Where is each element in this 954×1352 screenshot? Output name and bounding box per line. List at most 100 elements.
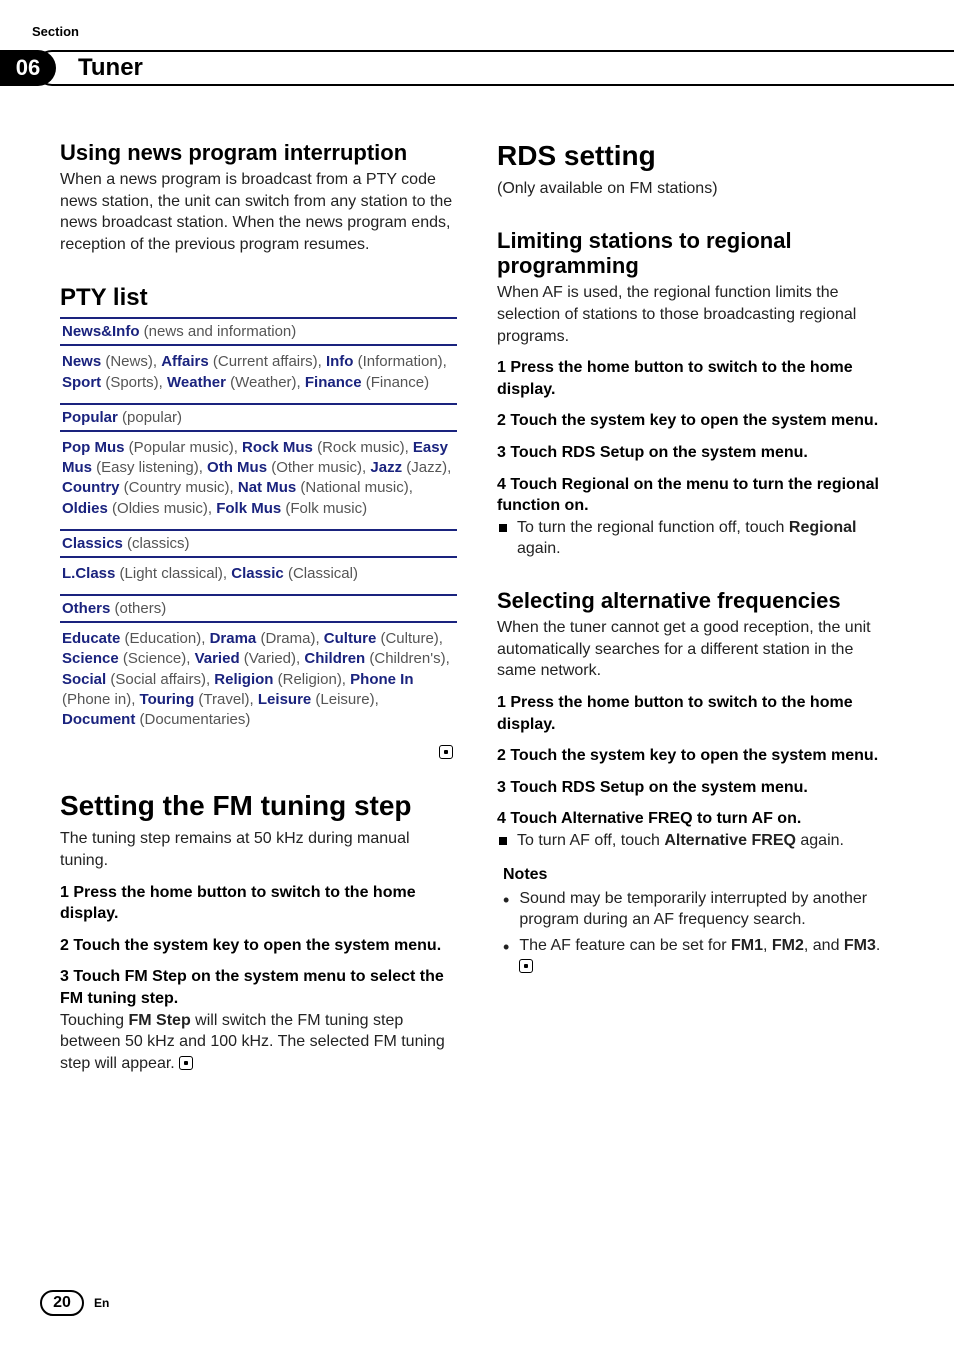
pty-group-desc: (others)	[110, 600, 166, 617]
pty-group-name: Popular	[62, 409, 118, 426]
pty-item-desc: (Oldies music),	[108, 500, 216, 517]
pty-item-name: Document	[62, 711, 135, 728]
reg-note-a: To turn the regional function off, touch	[517, 519, 789, 536]
square-bullet-icon	[499, 524, 507, 532]
heading-af: Selecting alternative frequencies	[497, 588, 894, 613]
para-rds-note: (Only available on FM stations)	[497, 178, 894, 200]
pty-item-name: Oth Mus	[207, 459, 267, 476]
note2-b3: FM3	[844, 937, 876, 954]
pty-item-name: Drama	[210, 630, 257, 647]
note2-a: The AF feature can be set for	[519, 937, 731, 954]
pty-item-name: Culture	[324, 630, 377, 647]
language-label: En	[94, 1296, 109, 1310]
pty-item-desc: (Popular music),	[125, 439, 243, 456]
pty-group-body: Pop Mus (Popular music), Rock Mus (Rock …	[60, 432, 457, 529]
pty-group-name: News&Info	[62, 323, 140, 340]
pty-item-desc: (Travel),	[194, 691, 258, 708]
heading-fm-step: Setting the FM tuning step	[60, 790, 457, 822]
section-end-icon	[519, 959, 533, 973]
pty-item-desc: (Current affairs),	[209, 353, 326, 370]
pty-item-name: Weather	[167, 374, 226, 391]
pty-group-desc: (news and information)	[140, 323, 297, 340]
fm-step-3: 3 Touch FM Step on the system menu to se…	[60, 966, 457, 1009]
heading-news-interrupt: Using news program interruption	[60, 140, 457, 165]
pty-item-name: Classic	[231, 565, 284, 582]
pty-item-desc: (Light classical),	[115, 565, 231, 582]
pty-item-name: Varied	[195, 650, 240, 667]
af-note-c: again.	[796, 832, 844, 849]
header-outline	[34, 50, 954, 86]
pty-item-name: Nat Mus	[238, 479, 296, 496]
pty-item-desc: (National music),	[296, 479, 413, 496]
pty-item-name: Touring	[140, 691, 195, 708]
section-label: Section	[32, 24, 79, 39]
pty-item-desc: (Documentaries)	[135, 711, 250, 728]
pty-item-name: Country	[62, 479, 120, 496]
note-item-2: The AF feature can be set for FM1, FM2, …	[497, 935, 894, 978]
section-number-badge: 06	[0, 50, 56, 86]
af-step-4: 4 Touch Alternative FREQ to turn AF on.	[497, 808, 894, 830]
af-step-3: 3 Touch RDS Setup on the system menu.	[497, 777, 894, 799]
page-number: 20	[40, 1290, 84, 1316]
pty-item-desc: (Classical)	[284, 565, 358, 582]
section-end-icon	[179, 1056, 193, 1070]
pty-item-desc: (Weather),	[226, 374, 305, 391]
fm-note-b: FM Step	[129, 1012, 191, 1029]
pty-item-desc: (Education),	[120, 630, 209, 647]
fm-step-1: 1 Press the home button to switch to the…	[60, 882, 457, 925]
note2-m1: ,	[763, 937, 772, 954]
pty-item-name: Science	[62, 650, 119, 667]
pty-item-desc: (Drama),	[256, 630, 324, 647]
footer: 20 En	[40, 1290, 109, 1316]
para-af: When the tuner cannot get a good recepti…	[497, 617, 894, 682]
pty-item-name: Children	[304, 650, 365, 667]
note1-text: Sound may be temporarily interrupted by …	[519, 888, 894, 931]
pty-group-header: News&Info (news and information)	[60, 317, 457, 346]
pty-item-name: News	[62, 353, 101, 370]
reg-step-1: 1 Press the home button to switch to the…	[497, 357, 894, 400]
heading-regional: Limiting stations to regional programmin…	[497, 228, 894, 279]
pty-item-desc: (Social affairs),	[106, 671, 214, 688]
pty-item-desc: (Phone in),	[62, 691, 140, 708]
pty-item-desc: (Children's),	[365, 650, 450, 667]
pty-group-body: Educate (Education), Drama (Drama), Cult…	[60, 623, 457, 740]
para-fm-intro: The tuning step remains at 50 kHz during…	[60, 828, 457, 871]
pty-group-body: L.Class (Light classical), Classic (Clas…	[60, 558, 457, 594]
pty-item-desc: (Other music),	[267, 459, 370, 476]
af-note-b: Alternative FREQ	[664, 832, 796, 849]
pty-item-desc: (Science),	[119, 650, 195, 667]
right-column: RDS setting (Only available on FM statio…	[497, 140, 894, 1074]
chapter-title: Tuner	[78, 50, 143, 86]
reg-bullet: To turn the regional function off, touch…	[497, 517, 894, 560]
pty-item-name: Jazz	[370, 459, 402, 476]
note2-post: .	[876, 937, 880, 954]
pty-item-desc: (News),	[101, 353, 161, 370]
pty-item-name: Info	[326, 353, 354, 370]
note2-m2: , and	[804, 937, 844, 954]
section-end-icon	[439, 745, 453, 759]
pty-group-name: Classics	[62, 535, 123, 552]
note-item-1: Sound may be temporarily interrupted by …	[497, 888, 894, 931]
pty-group-desc: (classics)	[123, 535, 190, 552]
pty-item-desc: (Rock music),	[313, 439, 413, 456]
af-bullet: To turn AF off, touch Alternative FREQ a…	[497, 830, 894, 852]
pty-item-desc: (Sports),	[101, 374, 167, 391]
pty-item-desc: (Information),	[353, 353, 446, 370]
content-columns: Using news program interruption When a n…	[60, 140, 894, 1074]
pty-item-name: Oldies	[62, 500, 108, 517]
pty-item-name: Finance	[305, 374, 362, 391]
fm-step-note: Touching FM Step will switch the FM tuni…	[60, 1010, 457, 1075]
pty-item-name: Affairs	[161, 353, 209, 370]
reg-note-c: again.	[517, 540, 561, 557]
pty-item-desc: (Folk music)	[281, 500, 367, 517]
pty-item-name: Religion	[214, 671, 273, 688]
left-column: Using news program interruption When a n…	[60, 140, 457, 1074]
pty-item-desc: (Finance)	[362, 374, 430, 391]
pty-item-desc: (Easy listening),	[92, 459, 207, 476]
pty-item-desc: (Jazz),	[402, 459, 451, 476]
pty-group-desc: (popular)	[118, 409, 182, 426]
chapter-header: 06 Tuner	[0, 50, 954, 86]
pty-item-name: L.Class	[62, 565, 115, 582]
notes-heading: Notes	[503, 866, 894, 884]
pty-item-name: Educate	[62, 630, 120, 647]
